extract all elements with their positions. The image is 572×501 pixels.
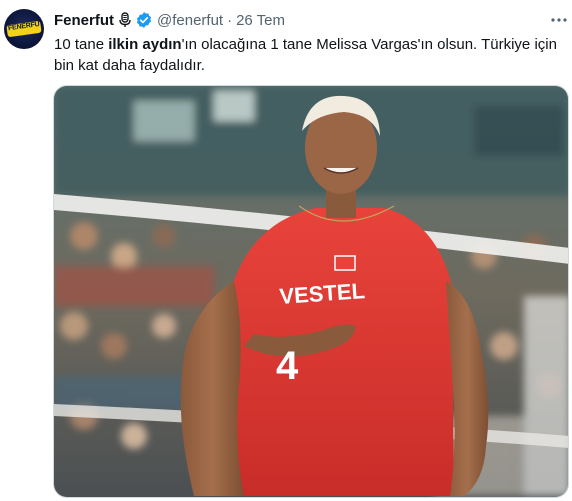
tweet-header: Fenerfut @fenerfut · 26 Tem bbox=[54, 10, 285, 30]
verified-icon[interactable] bbox=[135, 11, 153, 29]
more-icon[interactable] bbox=[549, 12, 569, 28]
tweet-text: 10 tane ilkin aydın'ın olacağına 1 tane … bbox=[54, 34, 564, 76]
timestamp[interactable]: 26 Tem bbox=[236, 12, 285, 29]
jersey-number: 4 bbox=[276, 344, 299, 388]
tweet-text-part1: 10 tane bbox=[54, 36, 109, 53]
flag-patch bbox=[334, 255, 356, 271]
tweet-text-bold: ilkin aydın bbox=[108, 36, 182, 53]
author-name[interactable]: Fenerfut bbox=[54, 12, 114, 29]
mic-icon bbox=[119, 12, 131, 27]
separator-dot: · bbox=[227, 11, 233, 29]
tweet-photo[interactable]: VESTEL 4 bbox=[53, 85, 569, 498]
avatar[interactable]: FENERFUT bbox=[4, 9, 44, 49]
player-photo: VESTEL 4 bbox=[54, 86, 568, 497]
tweet[interactable]: FENERFUT Fenerfut @fenerfut · 26 Tem 10 … bbox=[0, 0, 572, 501]
author-handle[interactable]: @fenerfut bbox=[157, 12, 223, 29]
